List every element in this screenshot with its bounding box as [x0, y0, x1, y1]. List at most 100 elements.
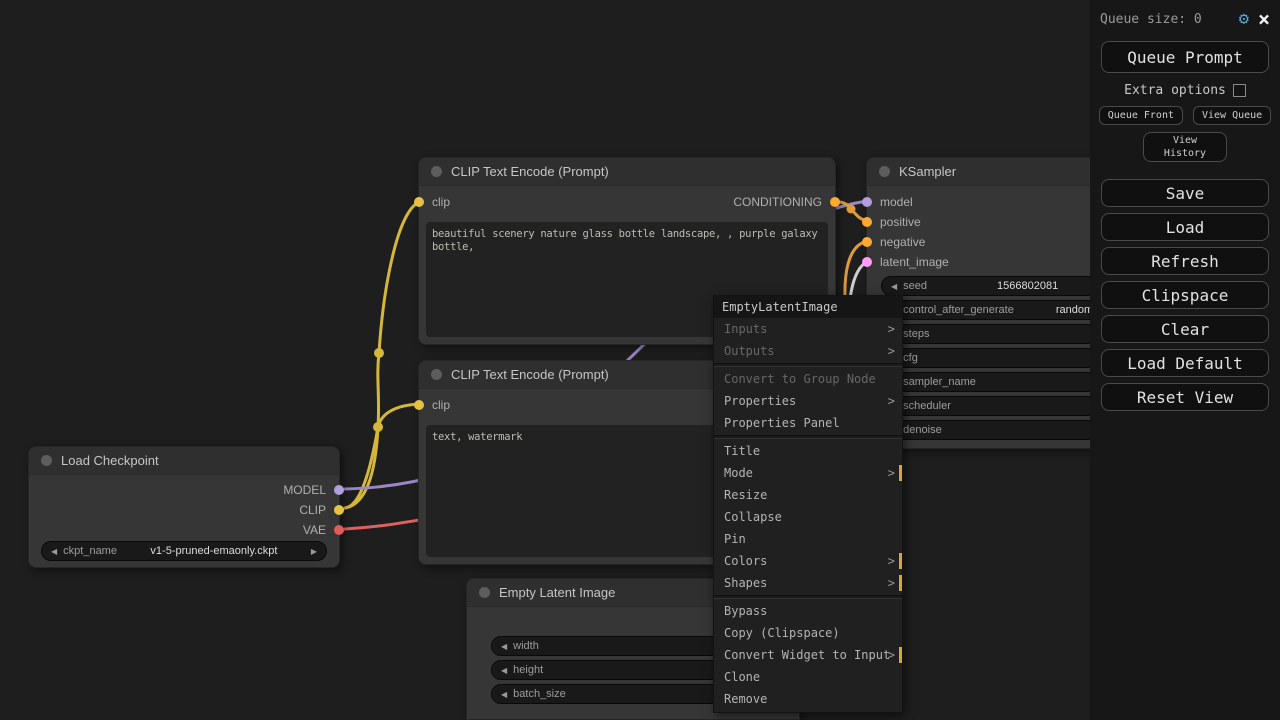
- decrement-arrow-icon[interactable]: [501, 664, 507, 676]
- widget-name: batch_size: [513, 688, 566, 700]
- menu-item-properties[interactable]: Properties: [714, 390, 902, 412]
- collapse-dot-icon[interactable]: [479, 587, 490, 598]
- widget-name: steps: [903, 328, 930, 340]
- queue-front-button[interactable]: Queue Front: [1098, 106, 1183, 125]
- collapse-dot-icon[interactable]: [431, 369, 442, 380]
- node-load-checkpoint[interactable]: Load Checkpoint MODEL CLIP VAE ckpt_name…: [28, 446, 344, 568]
- widget-name: seed: [903, 280, 928, 292]
- menu-item-copy-clipspace[interactable]: Copy (Clipspace): [714, 622, 902, 644]
- decrement-arrow-icon[interactable]: [501, 688, 507, 700]
- menu-item-collapse[interactable]: Collapse: [714, 506, 902, 528]
- node-graph-canvas[interactable]: CLIP Text Encode (Prompt) clip CONDITION…: [0, 0, 1280, 720]
- menu-item-outputs: Outputs: [714, 340, 902, 362]
- menu-item-convert-to-group-node: Convert to Group Node: [724, 372, 876, 386]
- model-input-label: model: [880, 195, 913, 209]
- context-menu-title: EmptyLatentImage: [714, 296, 902, 318]
- negative-input-label: negative: [880, 235, 926, 249]
- refresh-button[interactable]: Refresh: [1101, 247, 1269, 275]
- widget-value: 1566802081: [997, 280, 1059, 292]
- clip-input-slot[interactable]: [414, 400, 424, 410]
- vae-output-slot[interactable]: [334, 525, 344, 535]
- widget-name: scheduler: [903, 400, 951, 412]
- wire-reroute-dot[interactable]: [846, 204, 856, 214]
- model-output-label: MODEL: [283, 483, 326, 497]
- widget-value: v1-5-pruned-emaonly.ckpt: [150, 545, 278, 557]
- negative-input-slot[interactable]: [862, 237, 872, 247]
- menu-item-convert-widget-to-input[interactable]: Convert Widget to Input: [714, 644, 902, 666]
- close-menu-icon[interactable]: ×: [1258, 9, 1270, 29]
- widget-name: sampler_name: [903, 376, 976, 388]
- node-context-menu: EmptyLatentImage Inputs Outputs Convert …: [713, 295, 903, 713]
- ckpt-name-widget[interactable]: ckpt_name v1-5-pruned-emaonly.ckpt: [41, 541, 327, 561]
- menu-item-resize[interactable]: Resize: [714, 484, 902, 506]
- queue-size-label: Queue size: 0: [1100, 11, 1202, 27]
- widget-name: denoise: [903, 424, 942, 436]
- menu-separator: [714, 595, 902, 599]
- queue-prompt-button[interactable]: Queue Prompt: [1101, 41, 1269, 73]
- slot-row: clip CONDITIONING: [414, 192, 840, 212]
- collapse-dot-icon[interactable]: [879, 166, 890, 177]
- widget-name: cfg: [903, 352, 918, 364]
- load-default-button[interactable]: Load Default: [1101, 349, 1269, 377]
- next-arrow-icon[interactable]: [311, 545, 317, 557]
- menu-item-pin[interactable]: Pin: [714, 528, 902, 550]
- menu-item-mode[interactable]: Mode: [714, 462, 902, 484]
- widget-name: width: [513, 640, 539, 652]
- load-button[interactable]: Load: [1101, 213, 1269, 241]
- node-title: CLIP Text Encode (Prompt): [451, 367, 609, 382]
- extra-options-checkbox[interactable]: [1232, 84, 1246, 97]
- link-clip-to-negative-encode: [343, 402, 426, 510]
- view-history-button[interactable]: View History: [1143, 132, 1227, 162]
- latent-image-input-label: latent_image: [880, 255, 949, 269]
- decrement-arrow-icon[interactable]: [501, 640, 507, 652]
- conditioning-output-slot[interactable]: [830, 197, 840, 207]
- clip-output-label: CLIP: [299, 503, 326, 517]
- menu-item-properties-panel[interactable]: Properties Panel: [714, 412, 902, 434]
- widget-name: ckpt_name: [63, 545, 117, 557]
- node-title: Empty Latent Image: [499, 585, 616, 600]
- comfy-menu-panel: Queue size: 0 ⚙ × Queue Prompt Extra opt…: [1090, 0, 1280, 720]
- decrement-arrow-icon[interactable]: [891, 280, 897, 292]
- collapse-dot-icon[interactable]: [41, 455, 52, 466]
- node-title: CLIP Text Encode (Prompt): [451, 164, 609, 179]
- node-title: Load Checkpoint: [61, 453, 159, 468]
- view-queue-button[interactable]: View Queue: [1193, 106, 1272, 125]
- save-button[interactable]: Save: [1101, 179, 1269, 207]
- wire-reroute-dot[interactable]: [374, 348, 384, 358]
- reset-view-button[interactable]: Reset View: [1101, 383, 1269, 411]
- menu-item-colors[interactable]: Colors: [714, 550, 902, 572]
- menu-item-shapes[interactable]: Shapes: [714, 572, 902, 594]
- clip-input-label: clip: [432, 398, 451, 412]
- menu-item-remove[interactable]: Remove: [714, 688, 902, 710]
- clip-output-slot[interactable]: [334, 505, 344, 515]
- wire-reroute-dot[interactable]: [373, 422, 383, 432]
- model-input-slot[interactable]: [862, 197, 872, 207]
- clear-button[interactable]: Clear: [1101, 315, 1269, 343]
- collapse-dot-icon[interactable]: [431, 166, 442, 177]
- menu-item-bypass[interactable]: Bypass: [714, 600, 902, 622]
- menu-item-inputs: Inputs: [714, 318, 902, 340]
- node-title-bar[interactable]: CLIP Text Encode (Prompt): [419, 158, 835, 186]
- node-title-bar[interactable]: Load Checkpoint: [29, 447, 339, 475]
- menu-item-title[interactable]: Title: [714, 440, 902, 462]
- slot-row: CLIP: [29, 500, 344, 520]
- widget-name: height: [513, 664, 544, 676]
- menu-item-clone[interactable]: Clone: [714, 666, 902, 688]
- clip-input-label: clip: [432, 195, 451, 209]
- vae-output-label: VAE: [302, 523, 326, 537]
- conditioning-output-label: CONDITIONING: [733, 195, 822, 209]
- clipspace-button[interactable]: Clipspace: [1101, 281, 1269, 309]
- clip-input-slot[interactable]: [414, 197, 424, 207]
- latent-image-input-slot[interactable]: [862, 257, 872, 267]
- previous-arrow-icon[interactable]: [51, 545, 57, 557]
- settings-gear-icon[interactable]: ⚙: [1239, 10, 1249, 28]
- model-output-slot[interactable]: [334, 485, 344, 495]
- menu-separator: [714, 435, 902, 439]
- widget-name: control_after_generate: [903, 304, 1014, 316]
- slot-row: VAE: [29, 520, 344, 540]
- positive-input-slot[interactable]: [862, 217, 872, 227]
- positive-input-label: positive: [880, 215, 921, 229]
- menu-separator: [714, 363, 902, 367]
- link-clip-to-positive-encode: [343, 199, 426, 510]
- extra-options-label: Extra options: [1124, 83, 1226, 98]
